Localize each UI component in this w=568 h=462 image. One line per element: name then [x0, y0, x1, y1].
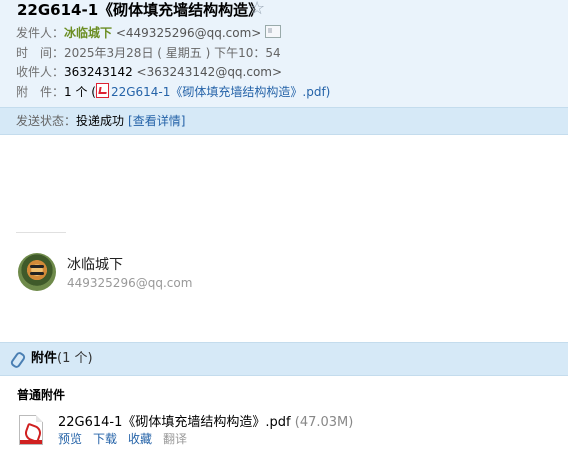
signature-name: 冰临城下: [67, 257, 123, 273]
pdf-icon: [95, 83, 109, 98]
attachment-file-name[interactable]: 22G614-1《砌体填充墙结构构造》.pdf: [58, 415, 291, 430]
mail-header: 22G614-1《砌体填充墙结构构造》 ☆ 发件人：冰临城下 <44932529…: [0, 0, 568, 107]
time-value: 2025年3月28日 ( 星期五 ) 下午10：54: [64, 46, 281, 60]
send-status-bar: 发送状态：投递成功 [查看详情]: [0, 107, 568, 135]
status-value: 投递成功: [76, 114, 125, 128]
star-icon[interactable]: ☆: [249, 0, 265, 19]
favorite-link[interactable]: 收藏: [128, 432, 152, 446]
attachment-close-paren: ): [325, 85, 331, 99]
contact-card-icon[interactable]: [265, 25, 282, 38]
pdf-file-icon[interactable]: [19, 415, 44, 445]
attachment-link[interactable]: 22G614-1《砌体填充墙结构构造》.pdf: [111, 85, 326, 99]
signature-divider: [16, 232, 66, 233]
time-row: 时 间：2025年3月28日 ( 星期五 ) 下午10：54: [16, 44, 281, 62]
from-label: 发件人：: [16, 26, 65, 40]
attachments-count: (1 个): [57, 351, 93, 366]
attachment-count: 1 个 (: [64, 85, 96, 99]
attachments-bar: 附件(1 个): [0, 342, 568, 376]
sender-name[interactable]: 冰临城下: [64, 26, 112, 40]
attachments-title: 附件(1 个): [31, 343, 93, 375]
mail-subject: 22G614-1《砌体填充墙结构构造》: [17, 1, 264, 19]
recipient-name[interactable]: 363243142: [64, 65, 133, 79]
sender-email: <449325296@qq.com>: [115, 26, 262, 40]
preview-link[interactable]: 预览: [58, 432, 82, 446]
attachment-label: 附 件：: [16, 85, 65, 99]
pdf-icon-band: [20, 440, 42, 444]
to-row: 收件人：363243142 <363243142@qq.com>: [16, 63, 282, 81]
avatar[interactable]: [18, 253, 56, 291]
signature-email: 449325296@qq.com: [67, 276, 193, 290]
translate-link[interactable]: 翻译: [163, 432, 187, 446]
attachment-file-size: (47.03M): [294, 415, 354, 430]
attachment-row: 附 件：1 个 ( 22G614-1《砌体填充墙结构构造》.pdf): [16, 83, 330, 101]
status-label: 发送状态：: [16, 114, 77, 128]
attachments-section-title: 普通附件: [17, 388, 66, 402]
time-label: 时 间：: [16, 46, 65, 60]
attachment-actions: 预览 下载 收藏 翻译: [58, 430, 198, 447]
attachments-title-text: 附件: [31, 351, 58, 366]
paperclip-icon: [9, 350, 27, 370]
download-link[interactable]: 下载: [93, 432, 117, 446]
attachment-file: 22G614-1《砌体填充墙结构构造》.pdf (47.03M): [58, 411, 353, 430]
recipient-email: <363243142@qq.com>: [136, 65, 283, 79]
view-details-link[interactable]: [查看详情]: [128, 114, 185, 128]
to-label: 收件人：: [16, 65, 65, 79]
from-row: 发件人：冰临城下 <449325296@qq.com>: [16, 24, 282, 42]
